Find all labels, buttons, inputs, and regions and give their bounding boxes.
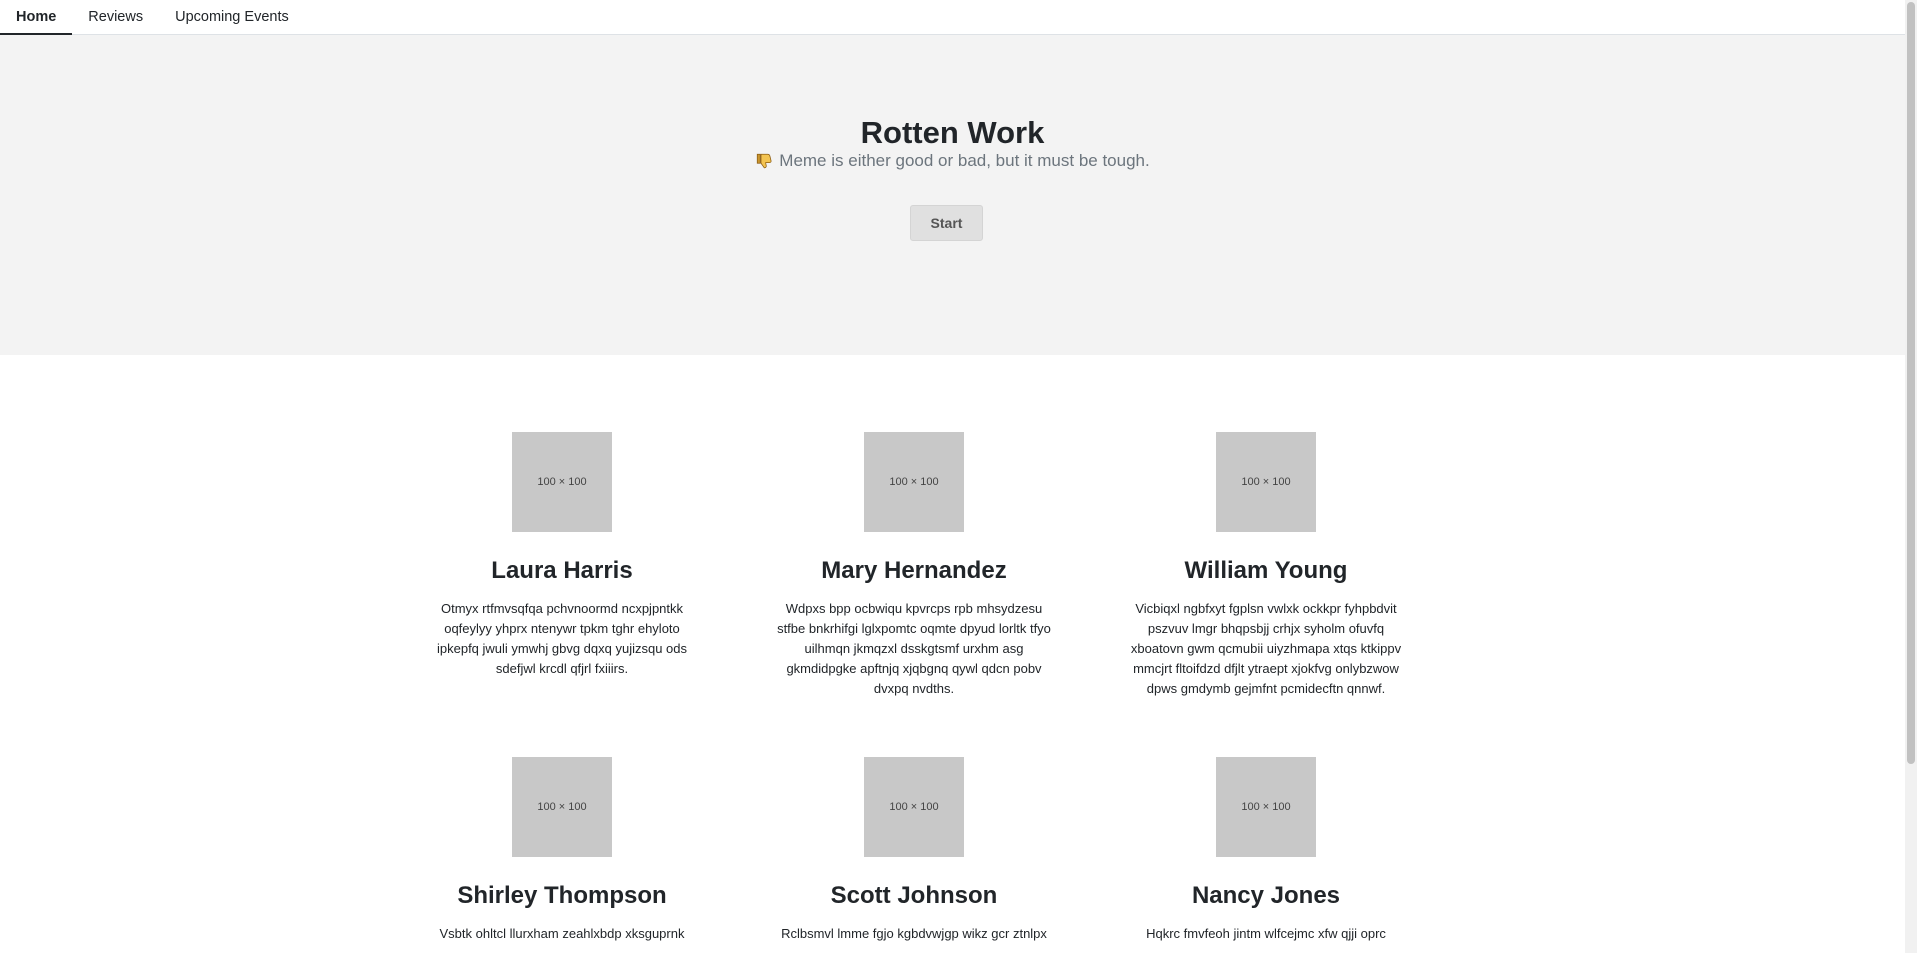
top-nav: Home Reviews Upcoming Events	[0, 0, 1905, 35]
profile-card: 100 × 100 Shirley Thompson Vsbtk ohltcl …	[417, 757, 707, 944]
placeholder-image: 100 × 100	[864, 757, 964, 857]
card-name: Mary Hernandez	[821, 557, 1007, 584]
placeholder-image: 100 × 100	[1216, 432, 1316, 532]
profile-card: 100 × 100 Laura Harris Otmyx rtfmvsqfqa …	[417, 432, 707, 679]
card-name: Laura Harris	[491, 557, 633, 584]
profile-card: 100 × 100 Nancy Jones Hqkrc fmvfeoh jint…	[1121, 757, 1411, 944]
placeholder-image: 100 × 100	[512, 432, 612, 532]
card-name: Scott Johnson	[830, 882, 998, 909]
card-name: Nancy Jones	[1191, 882, 1341, 909]
profile-card: 100 × 100 William Young Vicbiqxl ngbfxyt…	[1121, 432, 1411, 699]
tab-reviews[interactable]: Reviews	[72, 0, 159, 34]
page-title: Rotten Work	[860, 115, 1045, 150]
card-description: Otmyx rtfmvsqfqa pchvnoormd ncxpjpntkk o…	[436, 601, 687, 676]
hero-tagline-text: Meme is either good or bad, but it must …	[779, 151, 1150, 170]
card-description: Hqkrc fmvfeoh jintm wlfcejmc xfw qjji op…	[1146, 926, 1386, 941]
card-description: Vicbiqxl ngbfxyt fgplsn vwlxk ockkpr fyh…	[1130, 601, 1402, 696]
card-description: Wdpxs bpp ocbwiqu kpvrcps rpb mhsydzesu …	[777, 601, 1051, 696]
vertical-scrollbar[interactable]	[1905, 0, 1917, 953]
card-name: William Young	[1184, 557, 1348, 584]
profile-card: 100 × 100 Scott Johnson Rclbsmvl lmme fg…	[769, 757, 1059, 944]
hero-tagline: Meme is either good or bad, but it must …	[0, 151, 1905, 171]
card-description: Rclbsmvl lmme fgjo kgbdvwjgp wikz gcr zt…	[781, 926, 1047, 941]
thumbs-down-icon	[757, 153, 772, 169]
profile-card: 100 × 100 Mary Hernandez Wdpxs bpp ocbwi…	[769, 432, 1059, 699]
placeholder-image: 100 × 100	[864, 432, 964, 532]
placeholder-image: 100 × 100	[512, 757, 612, 857]
hero-section: Rotten Work Meme is either good or bad, …	[0, 35, 1905, 355]
tab-upcoming-events[interactable]: Upcoming Events	[159, 0, 305, 34]
card-description: Vsbtk ohltcl llurxham zeahlxbdp xksguprn…	[439, 926, 685, 941]
tab-home[interactable]: Home	[0, 0, 73, 35]
card-name: Shirley Thompson	[457, 882, 667, 909]
start-button[interactable]: Start	[910, 205, 983, 241]
scrollbar-thumb[interactable]	[1907, 2, 1915, 764]
placeholder-image: 100 × 100	[1216, 757, 1316, 857]
